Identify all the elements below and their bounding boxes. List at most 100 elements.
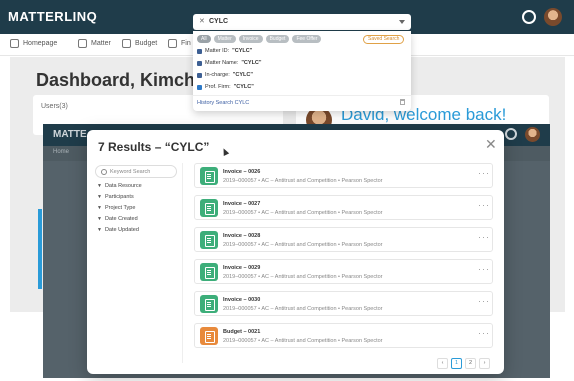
briefcase-icon bbox=[78, 39, 87, 48]
filter-label: Date Updated bbox=[104, 227, 139, 233]
filter-participants[interactable]: ▼ Participants bbox=[97, 192, 142, 203]
result-subtitle: 2019–000057 • AC – Antitrust and Competi… bbox=[223, 306, 383, 312]
accent-bar bbox=[38, 209, 42, 289]
suggestion-label: Matter ID: bbox=[205, 48, 230, 54]
gear-icon[interactable] bbox=[522, 10, 536, 24]
more-icon[interactable]: ··· bbox=[478, 169, 490, 178]
trash-icon[interactable] bbox=[400, 99, 405, 105]
building-icon bbox=[197, 84, 202, 90]
chip-fee-offer[interactable]: Fee Offer bbox=[292, 35, 322, 43]
suggestion-in-charge[interactable]: In-charge: "CYLC" bbox=[197, 72, 253, 78]
suggestion-value: "CYLC" bbox=[233, 84, 254, 90]
result-subtitle: 2019–000057 • AC – Antitrust and Competi… bbox=[223, 338, 383, 344]
result-row[interactable]: Budget – 0021 2019–000057 • AC – Antitru… bbox=[194, 323, 493, 348]
invoice-icon bbox=[200, 295, 218, 313]
budget-icon bbox=[200, 327, 218, 345]
inner-home-link: Home bbox=[53, 149, 70, 155]
avatar[interactable] bbox=[544, 8, 562, 26]
result-row[interactable]: Invoice – 0030 2019–000057 • AC – Antitr… bbox=[194, 291, 493, 316]
keyword-search[interactable] bbox=[95, 165, 177, 178]
chip-matter[interactable]: Matter bbox=[213, 35, 236, 43]
nav-item-budget[interactable]: Budget bbox=[122, 39, 157, 48]
filter-date-updated[interactable]: ▼ Date Updated bbox=[97, 225, 142, 236]
brand-logo: MATTERLINQ bbox=[8, 9, 98, 24]
result-subtitle: 2019–000057 • AC – Antitrust and Competi… bbox=[223, 274, 383, 280]
result-title: Invoice – 0027 bbox=[223, 201, 261, 207]
invoice-icon bbox=[200, 263, 218, 281]
result-subtitle: 2019–000057 • AC – Antitrust and Competi… bbox=[223, 178, 383, 184]
result-row[interactable]: Invoice – 0026 2019–000057 • AC – Antitr… bbox=[194, 163, 493, 188]
suggestion-prof-firm[interactable]: Prof. Firm: "CYLC" bbox=[197, 84, 254, 90]
chevron-down-icon: ▼ bbox=[97, 194, 102, 200]
category-chips: All Matter Invoice Budget Fee Offer bbox=[197, 35, 322, 43]
suggestion-matter-id[interactable]: Matter ID: "CYLC" bbox=[197, 48, 252, 54]
suggestion-value: "CYLC" bbox=[241, 60, 262, 66]
result-subtitle: 2019–000057 • AC – Antitrust and Competi… bbox=[223, 242, 383, 248]
avatar bbox=[525, 127, 540, 142]
nav-item-matter[interactable]: Matter bbox=[78, 39, 111, 48]
result-row[interactable]: Invoice – 0028 2019–000057 • AC – Antitr… bbox=[194, 227, 493, 252]
filter-project-type[interactable]: ▼ Project Type bbox=[97, 203, 142, 214]
nav-item-label: Matter bbox=[91, 40, 111, 47]
chip-budget[interactable]: Budget bbox=[265, 35, 290, 43]
prev-page-button[interactable]: ‹ bbox=[437, 358, 448, 369]
filter-label: Date Created bbox=[104, 216, 138, 222]
filter-date-created[interactable]: ▼ Date Created bbox=[97, 214, 142, 225]
history-search-link[interactable]: History Search CYLC bbox=[197, 100, 249, 106]
suggestion-label: Matter Name: bbox=[205, 60, 239, 66]
keyword-search-input[interactable] bbox=[110, 168, 175, 175]
next-page-button[interactable]: › bbox=[479, 358, 490, 369]
chevron-down-icon[interactable] bbox=[399, 20, 405, 24]
suggestion-matter-name[interactable]: Matter Name: "CYLC" bbox=[197, 60, 262, 66]
result-row[interactable]: Invoice – 0029 2019–000057 • AC – Antitr… bbox=[194, 259, 493, 284]
hash-icon bbox=[197, 48, 202, 54]
search-icon bbox=[101, 168, 107, 175]
divider bbox=[193, 95, 411, 96]
result-title: Invoice – 0026 bbox=[223, 169, 261, 175]
suggestion-label: Prof. Firm: bbox=[205, 84, 231, 90]
finance-icon bbox=[168, 39, 177, 48]
more-icon[interactable]: ··· bbox=[478, 201, 490, 210]
result-title: Invoice – 0030 bbox=[223, 297, 261, 303]
saved-search-button[interactable]: Saved Search bbox=[363, 35, 405, 44]
budget-icon bbox=[122, 39, 131, 48]
chip-invoice[interactable]: Invoice bbox=[238, 35, 263, 43]
home-icon bbox=[10, 39, 19, 48]
search-dropdown: All Matter Invoice Budget Fee Offer Save… bbox=[193, 31, 411, 111]
inner-brand: MATTE bbox=[53, 129, 87, 140]
nav-item-homepage[interactable]: Homepage bbox=[10, 39, 57, 48]
more-icon[interactable]: ··· bbox=[478, 233, 490, 242]
chevron-down-icon: ▼ bbox=[97, 227, 102, 233]
filter-data-resource[interactable]: ▼ Data Resource bbox=[97, 181, 142, 192]
filter-label: Project Type bbox=[104, 205, 136, 211]
search-input[interactable] bbox=[209, 16, 389, 27]
more-icon[interactable]: ··· bbox=[478, 265, 490, 274]
clear-icon[interactable]: ✕ bbox=[199, 17, 205, 25]
close-icon[interactable]: ✕ bbox=[485, 136, 497, 153]
page-2-button[interactable]: 2 bbox=[465, 358, 476, 369]
result-row[interactable]: Invoice – 0027 2019–000057 • AC – Antitr… bbox=[194, 195, 493, 220]
divider bbox=[182, 163, 183, 363]
suggestion-value: "CYLC" bbox=[232, 48, 253, 54]
suggestion-value: "CYLC" bbox=[232, 72, 253, 78]
nav-item-finance[interactable]: Fin bbox=[168, 39, 191, 48]
invoice-icon bbox=[200, 231, 218, 249]
result-title: Budget – 0021 bbox=[223, 329, 261, 335]
more-icon[interactable]: ··· bbox=[478, 297, 490, 306]
pagination: ‹ 1 2 › bbox=[437, 358, 490, 369]
gear-icon bbox=[505, 128, 517, 140]
chevron-down-icon: ▼ bbox=[97, 205, 102, 211]
chevron-down-icon: ▼ bbox=[97, 183, 102, 189]
chip-all[interactable]: All bbox=[197, 35, 211, 43]
users-count: Users(3) bbox=[41, 103, 68, 110]
person-icon bbox=[197, 72, 202, 78]
mouse-cursor-icon bbox=[220, 147, 230, 156]
filter-label: Data Resource bbox=[104, 183, 142, 189]
page-1-button[interactable]: 1 bbox=[451, 358, 462, 369]
global-search-bar[interactable]: ✕ bbox=[193, 14, 411, 30]
bookmark-icon bbox=[197, 60, 202, 66]
nav-item-label: Homepage bbox=[23, 40, 58, 47]
invoice-icon bbox=[200, 167, 218, 185]
more-icon[interactable]: ··· bbox=[478, 329, 490, 338]
filter-list: ▼ Data Resource ▼ Participants ▼ Project Ty… bbox=[97, 181, 142, 236]
